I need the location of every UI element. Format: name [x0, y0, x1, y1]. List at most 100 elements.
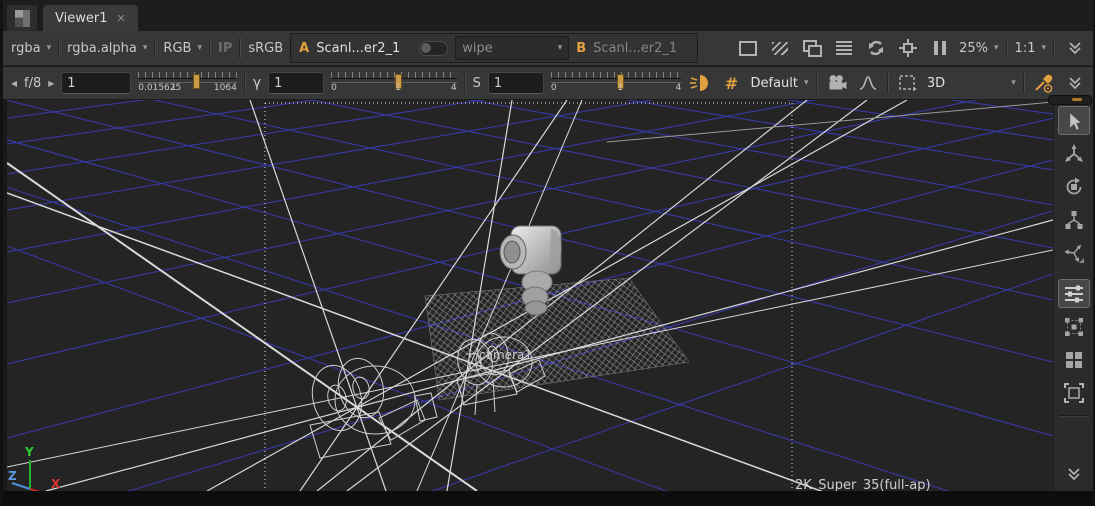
quad-view-button[interactable]	[1058, 345, 1090, 374]
input-process-toggle[interactable]: IP	[218, 41, 232, 56]
window-left-border	[0, 0, 3, 506]
tool-flyout-triangle	[1079, 258, 1084, 263]
gain-next-button[interactable]: ▸	[48, 76, 54, 90]
b-buffer-select[interactable]: Scanl...er2_1	[593, 41, 689, 56]
wipe-mode-select[interactable]: wipe ▾	[455, 36, 569, 60]
nuke-viewer-window: Viewer1 ✕ rgba ▾ rgba.alpha ▾ RGB ▾ IP s…	[0, 0, 1095, 506]
divider	[239, 38, 241, 58]
gain-input[interactable]	[61, 72, 131, 94]
pane-menu-button[interactable]	[7, 5, 37, 31]
skew-icon	[1063, 242, 1085, 264]
camera2-wireframe[interactable]	[306, 354, 437, 458]
sliders-icon	[1063, 284, 1085, 304]
scanlines-icon	[836, 41, 852, 55]
gain-prev-button[interactable]: ◂	[11, 76, 17, 90]
fstop-label: f/8	[24, 76, 41, 91]
skew-tool-button[interactable]	[1058, 238, 1090, 267]
color-sample-button[interactable]	[1032, 71, 1056, 95]
eyedropper-icon	[1033, 73, 1055, 93]
window-bottom-border	[0, 491, 1095, 506]
chevron-down-icon: ▾	[994, 43, 999, 53]
lut-curve-button[interactable]	[856, 71, 880, 95]
tab-title: Viewer1	[55, 11, 107, 26]
frame-icon	[739, 41, 757, 56]
scanline-render-button[interactable]	[831, 36, 856, 60]
frame-selected-button[interactable]	[1058, 378, 1090, 407]
sidebar-overflow-button[interactable]	[1067, 467, 1081, 485]
divider	[464, 73, 466, 93]
checker-background-button[interactable]	[767, 36, 792, 60]
roi-button[interactable]	[895, 36, 920, 60]
viewer-side-toolbar	[1053, 100, 1093, 491]
format-label: 2K_Super_35(full-ap)	[795, 478, 931, 491]
scale-tool-button[interactable]	[1058, 205, 1090, 234]
proxy-mode-button[interactable]	[799, 36, 824, 60]
select-tool-button[interactable]	[1058, 106, 1090, 135]
pane-layout-icon	[15, 10, 30, 27]
translate-icon	[1063, 143, 1085, 165]
transform-handles-button[interactable]	[1058, 312, 1090, 341]
axis-x-label: X	[51, 477, 61, 491]
alpha-channel-select[interactable]: rgba.alpha ▾	[67, 41, 147, 56]
sidebar-divider	[1059, 415, 1089, 417]
toolbar-mini-scrollbar[interactable]	[1048, 95, 1092, 105]
refresh-render-button[interactable]	[863, 36, 888, 60]
tab-bar: Viewer1 ✕	[3, 0, 1095, 31]
gamma-slider[interactable]: 0 1 4	[331, 72, 457, 94]
rotate-tool-button[interactable]	[1058, 172, 1090, 201]
divider	[209, 38, 211, 58]
saturation-slider[interactable]: 0 1 4	[551, 72, 681, 94]
scrollbar-thumb[interactable]	[1072, 98, 1082, 101]
roi-crosshair-icon	[899, 39, 917, 57]
a-buffer-label: A	[299, 41, 309, 56]
lock-camera-button[interactable]	[825, 71, 849, 95]
display-channels-select[interactable]: RGB ▾	[163, 41, 202, 56]
zoom-level-select[interactable]: 25% ▾	[959, 41, 998, 56]
selection-mode-button[interactable]	[896, 71, 920, 95]
saturation-label: S	[473, 76, 481, 91]
rotate-icon	[1063, 176, 1085, 198]
toolbar2-overflow-button[interactable]	[1063, 71, 1087, 95]
pause-button[interactable]	[927, 36, 952, 60]
chevron-down-icon: ▾	[804, 78, 809, 88]
camera1-label[interactable]: camera1	[479, 348, 532, 362]
proxy-icon	[803, 40, 821, 56]
chevron-down-icon: ▾	[558, 43, 563, 53]
view-3d-select[interactable]: 3D ▾	[927, 76, 1016, 91]
frame-display-button[interactable]	[735, 36, 760, 60]
b-buffer-label: B	[576, 41, 586, 56]
lut-select[interactable]: Default ▾	[751, 76, 809, 91]
gain-slider[interactable]: 0.015625 1 1064	[138, 72, 237, 94]
translate-tool-button[interactable]	[1058, 139, 1090, 168]
viewport-3d[interactable]: camera1 2K_Super_35(full-ap) Y X Z	[7, 100, 1053, 491]
double-chevron-down-icon	[1067, 467, 1081, 481]
gamma-label: γ	[253, 75, 261, 91]
a-buffer-select[interactable]: Scanl...er2_1	[316, 41, 412, 56]
refresh-icon	[867, 39, 885, 57]
cursor-icon	[1064, 111, 1084, 131]
axis-z-label: Z	[8, 469, 17, 483]
divider	[244, 73, 246, 93]
layer-select[interactable]: rgba ▾	[11, 41, 51, 56]
display-properties-button[interactable]	[1058, 279, 1090, 308]
gain-gamma-enable-button[interactable]	[688, 71, 712, 95]
curve-icon	[858, 74, 878, 92]
chevron-down-icon: ▾	[143, 43, 148, 53]
pixel-aspect-select[interactable]: 1:1 ▾	[1015, 41, 1046, 56]
marquee-select-icon	[898, 74, 918, 92]
divider	[887, 73, 889, 93]
divider	[816, 73, 818, 93]
hatch-icon	[772, 42, 788, 55]
tab-close-icon[interactable]: ✕	[116, 12, 125, 25]
viewer-colorspace[interactable]: sRGB	[248, 41, 283, 56]
gamma-input[interactable]	[268, 72, 324, 94]
chevron-down-icon: ▾	[47, 43, 52, 53]
tab-viewer1[interactable]: Viewer1 ✕	[43, 5, 138, 31]
toolbar-overflow-button[interactable]	[1062, 36, 1087, 60]
handles-icon	[1063, 316, 1085, 338]
grid-overlay-button[interactable]: #	[719, 71, 743, 95]
scale-icon	[1063, 209, 1085, 231]
movie-camera-icon	[827, 74, 847, 92]
ab-swap-toggle[interactable]	[419, 41, 448, 56]
saturation-input[interactable]	[488, 72, 544, 94]
